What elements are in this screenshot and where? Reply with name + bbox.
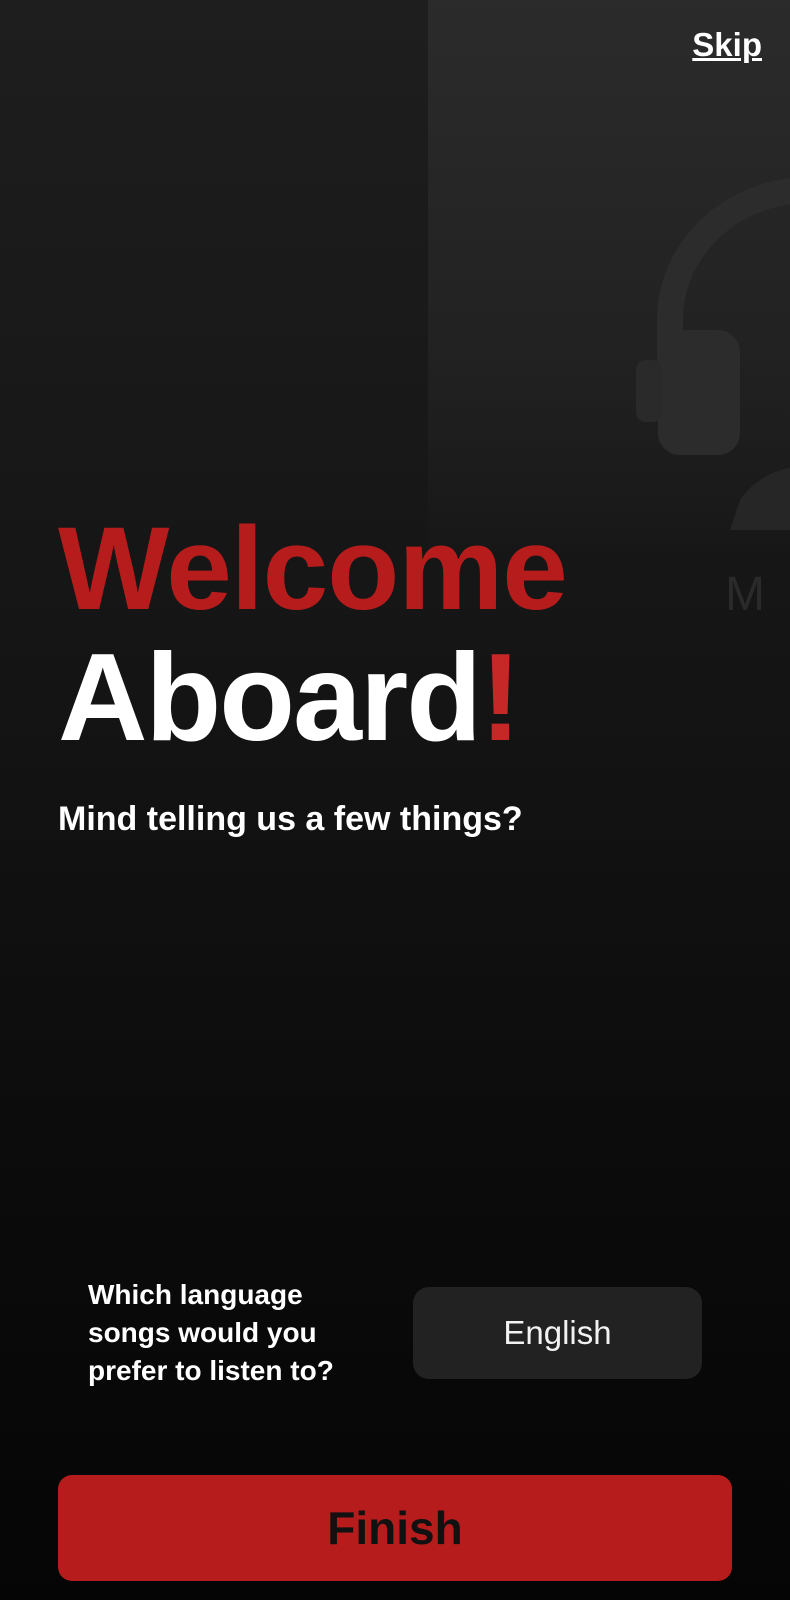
headline-aboard: Aboard! — [58, 636, 567, 760]
onboarding-screen: M Skip Welcome Aboard! Mind telling us a… — [0, 0, 790, 1600]
headline-exclamation: ! — [480, 629, 521, 767]
headline-aboard-text: Aboard — [58, 629, 482, 767]
welcome-headline: Welcome Aboard! — [58, 503, 568, 760]
finish-button[interactable]: Finish — [58, 1475, 732, 1581]
svg-text:M: M — [725, 568, 765, 621]
skip-link[interactable]: Skip — [692, 26, 762, 64]
headline-welcome: Welcome — [58, 503, 568, 635]
language-selector[interactable]: English — [413, 1287, 702, 1379]
welcome-subtitle: Mind telling us a few things? — [58, 800, 523, 838]
headphones-icon: M — [636, 178, 790, 621]
language-question: Which language songs would you prefer to… — [88, 1279, 334, 1387]
language-selected-value: English — [503, 1314, 612, 1351]
